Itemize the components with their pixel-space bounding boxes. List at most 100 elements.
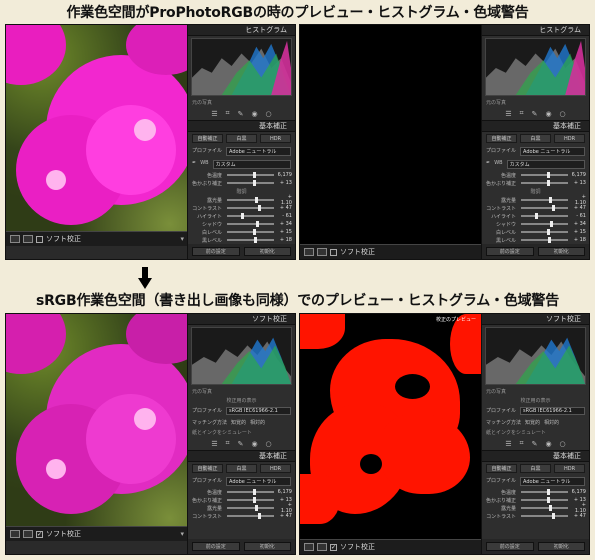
basic-header-4[interactable]: 基本補正 bbox=[482, 451, 589, 462]
slider-contrast[interactable]: コントラスト + 47 bbox=[188, 512, 295, 520]
slider-temp[interactable]: 色温度 6,179 bbox=[188, 171, 295, 179]
simulate-paper-ink[interactable]: 紙とインクをシミュレート bbox=[188, 428, 295, 437]
chevron-down-icon[interactable]: ▾ bbox=[180, 235, 184, 243]
intent-perceptual[interactable]: 知覚的 bbox=[525, 419, 540, 426]
compare-view-button-3[interactable] bbox=[23, 530, 33, 538]
slider-blacks[interactable]: 黒レベル + 18 bbox=[482, 236, 589, 244]
original-photo-label-2[interactable]: 元の写真 bbox=[482, 98, 589, 107]
original-photo-label-3[interactable]: 元の写真 bbox=[188, 387, 295, 396]
tab-hdr[interactable]: HDR bbox=[554, 464, 585, 473]
reset-button[interactable]: 初期化 bbox=[243, 542, 291, 551]
intent-relative[interactable]: 相対的 bbox=[544, 419, 559, 426]
softproof-checkbox[interactable] bbox=[36, 235, 43, 243]
slider-temp[interactable]: 色温度 6,179 bbox=[482, 488, 589, 496]
eyedropper-icon[interactable]: ✒ bbox=[486, 160, 490, 169]
slider-whites[interactable]: 白レベル + 15 bbox=[188, 228, 295, 236]
circle-icon[interactable]: ○ bbox=[560, 110, 566, 118]
circle-icon[interactable]: ○ bbox=[560, 440, 566, 448]
compare-view-button-4[interactable] bbox=[317, 543, 327, 551]
sliders-icon[interactable]: ☰ bbox=[211, 110, 217, 118]
wb-select[interactable]: カスタム bbox=[506, 160, 585, 169]
chevron-down-icon[interactable]: ▾ bbox=[180, 530, 184, 538]
previous-settings-button[interactable]: 前の設定 bbox=[486, 247, 534, 256]
slider-contrast[interactable]: コントラスト + 47 bbox=[188, 204, 295, 212]
brush-icon[interactable]: ✎ bbox=[532, 440, 538, 448]
tab-bw[interactable]: 白黒 bbox=[520, 134, 551, 143]
slider-tint[interactable]: 色かぶり補正 + 13 bbox=[188, 179, 295, 187]
basic-header-3[interactable]: 基本補正 bbox=[188, 451, 295, 462]
tab-hdr[interactable]: HDR bbox=[260, 464, 291, 473]
softproof-header[interactable]: ソフト校正 bbox=[188, 314, 295, 325]
eyedropper-icon[interactable]: ✒ bbox=[192, 160, 196, 169]
histogram-header[interactable]: ヒストグラム bbox=[188, 25, 295, 36]
slider-exposure[interactable]: 露光量 + 1.10 bbox=[482, 502, 589, 514]
tab-hdr[interactable]: HDR bbox=[260, 134, 291, 143]
tab-bw[interactable]: 白黒 bbox=[520, 464, 551, 473]
original-photo-label-4[interactable]: 元の写真 bbox=[482, 387, 589, 396]
sliders-icon[interactable]: ☰ bbox=[505, 110, 511, 118]
loupe-view-button[interactable] bbox=[10, 235, 20, 243]
slider-temp[interactable]: 色温度 6,179 bbox=[482, 171, 589, 179]
proof-profile-select[interactable]: sRGB IEC61966-2.1 bbox=[226, 407, 291, 415]
softproof-checkbox-4[interactable]: ✓ bbox=[330, 543, 337, 551]
previous-settings-button[interactable]: 前の設定 bbox=[192, 247, 240, 256]
crop-icon[interactable]: ⌗ bbox=[520, 439, 524, 448]
brush-icon[interactable]: ✎ bbox=[238, 440, 244, 448]
gamut-warning-preview-srgb[interactable]: 校正のプレビュー bbox=[300, 314, 482, 541]
reset-button[interactable]: 初期化 bbox=[537, 247, 585, 256]
circle-icon[interactable]: ○ bbox=[266, 440, 272, 448]
slider-contrast[interactable]: コントラスト + 47 bbox=[482, 204, 589, 212]
profile-select[interactable]: Adobe ニュートラル bbox=[520, 477, 585, 486]
compare-view-button[interactable] bbox=[23, 235, 33, 243]
tab-auto[interactable]: 自動補正 bbox=[192, 464, 223, 473]
reset-button[interactable]: 初期化 bbox=[537, 542, 585, 551]
brush-icon[interactable]: ✎ bbox=[532, 110, 538, 118]
loupe-view-button-2[interactable] bbox=[304, 248, 314, 256]
intent-relative[interactable]: 相対的 bbox=[250, 419, 265, 426]
eye-icon[interactable]: ◉ bbox=[251, 440, 257, 448]
crop-icon[interactable]: ⌗ bbox=[520, 109, 524, 118]
circle-icon[interactable]: ○ bbox=[266, 110, 272, 118]
original-photo-label[interactable]: 元の写真 bbox=[188, 98, 295, 107]
profile-select[interactable]: Adobe ニュートラル bbox=[226, 477, 291, 486]
wb-select[interactable]: カスタム bbox=[212, 160, 291, 169]
slider-exposure[interactable]: 露光量 + 1.10 bbox=[188, 194, 295, 206]
profile-select[interactable]: Adobe ニュートラル bbox=[226, 147, 291, 156]
proof-profile-select[interactable]: sRGB IEC61966-2.1 bbox=[520, 407, 585, 415]
basic-header[interactable]: 基本補正 bbox=[188, 121, 295, 132]
loupe-view-button-3[interactable] bbox=[10, 530, 20, 538]
sliders-icon[interactable]: ☰ bbox=[505, 440, 511, 448]
eye-icon[interactable]: ◉ bbox=[545, 440, 551, 448]
slider-temp[interactable]: 色温度 6,179 bbox=[188, 488, 295, 496]
photo-preview[interactable]: ソフト校正 ▾ bbox=[6, 25, 188, 246]
softproof-header-2[interactable]: ソフト校正 bbox=[482, 314, 589, 325]
gamut-warning-preview[interactable] bbox=[300, 25, 482, 246]
intent-perceptual[interactable]: 知覚的 bbox=[231, 419, 246, 426]
reset-button[interactable]: 初期化 bbox=[243, 247, 291, 256]
profile-select[interactable]: Adobe ニュートラル bbox=[520, 147, 585, 156]
loupe-view-button-4[interactable] bbox=[304, 543, 314, 551]
crop-icon[interactable]: ⌗ bbox=[226, 439, 230, 448]
tab-hdr[interactable]: HDR bbox=[554, 134, 585, 143]
brush-icon[interactable]: ✎ bbox=[238, 110, 244, 118]
tab-bw[interactable]: 白黒 bbox=[226, 464, 257, 473]
basic-header-2[interactable]: 基本補正 bbox=[482, 121, 589, 132]
slider-contrast[interactable]: コントラスト + 47 bbox=[482, 512, 589, 520]
tab-bw[interactable]: 白黒 bbox=[226, 134, 257, 143]
slider-exposure[interactable]: 露光量 + 1.10 bbox=[482, 194, 589, 206]
histogram-header-2[interactable]: ヒストグラム bbox=[482, 25, 589, 36]
softproof-checkbox-3[interactable]: ✓ bbox=[36, 530, 43, 538]
slider-shadows[interactable]: シャドウ + 34 bbox=[188, 220, 295, 228]
crop-icon[interactable]: ⌗ bbox=[226, 109, 230, 118]
slider-highlights[interactable]: ハイライト - 61 bbox=[188, 212, 295, 220]
slider-tint[interactable]: 色かぶり補正 + 13 bbox=[482, 179, 589, 187]
eye-icon[interactable]: ◉ bbox=[545, 110, 551, 118]
tab-auto[interactable]: 自動補正 bbox=[486, 134, 517, 143]
slider-shadows[interactable]: シャドウ + 34 bbox=[482, 220, 589, 228]
softproof-checkbox-2[interactable] bbox=[330, 248, 337, 256]
eye-icon[interactable]: ◉ bbox=[251, 110, 257, 118]
tab-auto[interactable]: 自動補正 bbox=[486, 464, 517, 473]
sliders-icon[interactable]: ☰ bbox=[211, 440, 217, 448]
photo-preview-srgb[interactable]: ✓ ソフト校正 ▾ bbox=[6, 314, 188, 541]
compare-view-button-2[interactable] bbox=[317, 248, 327, 256]
